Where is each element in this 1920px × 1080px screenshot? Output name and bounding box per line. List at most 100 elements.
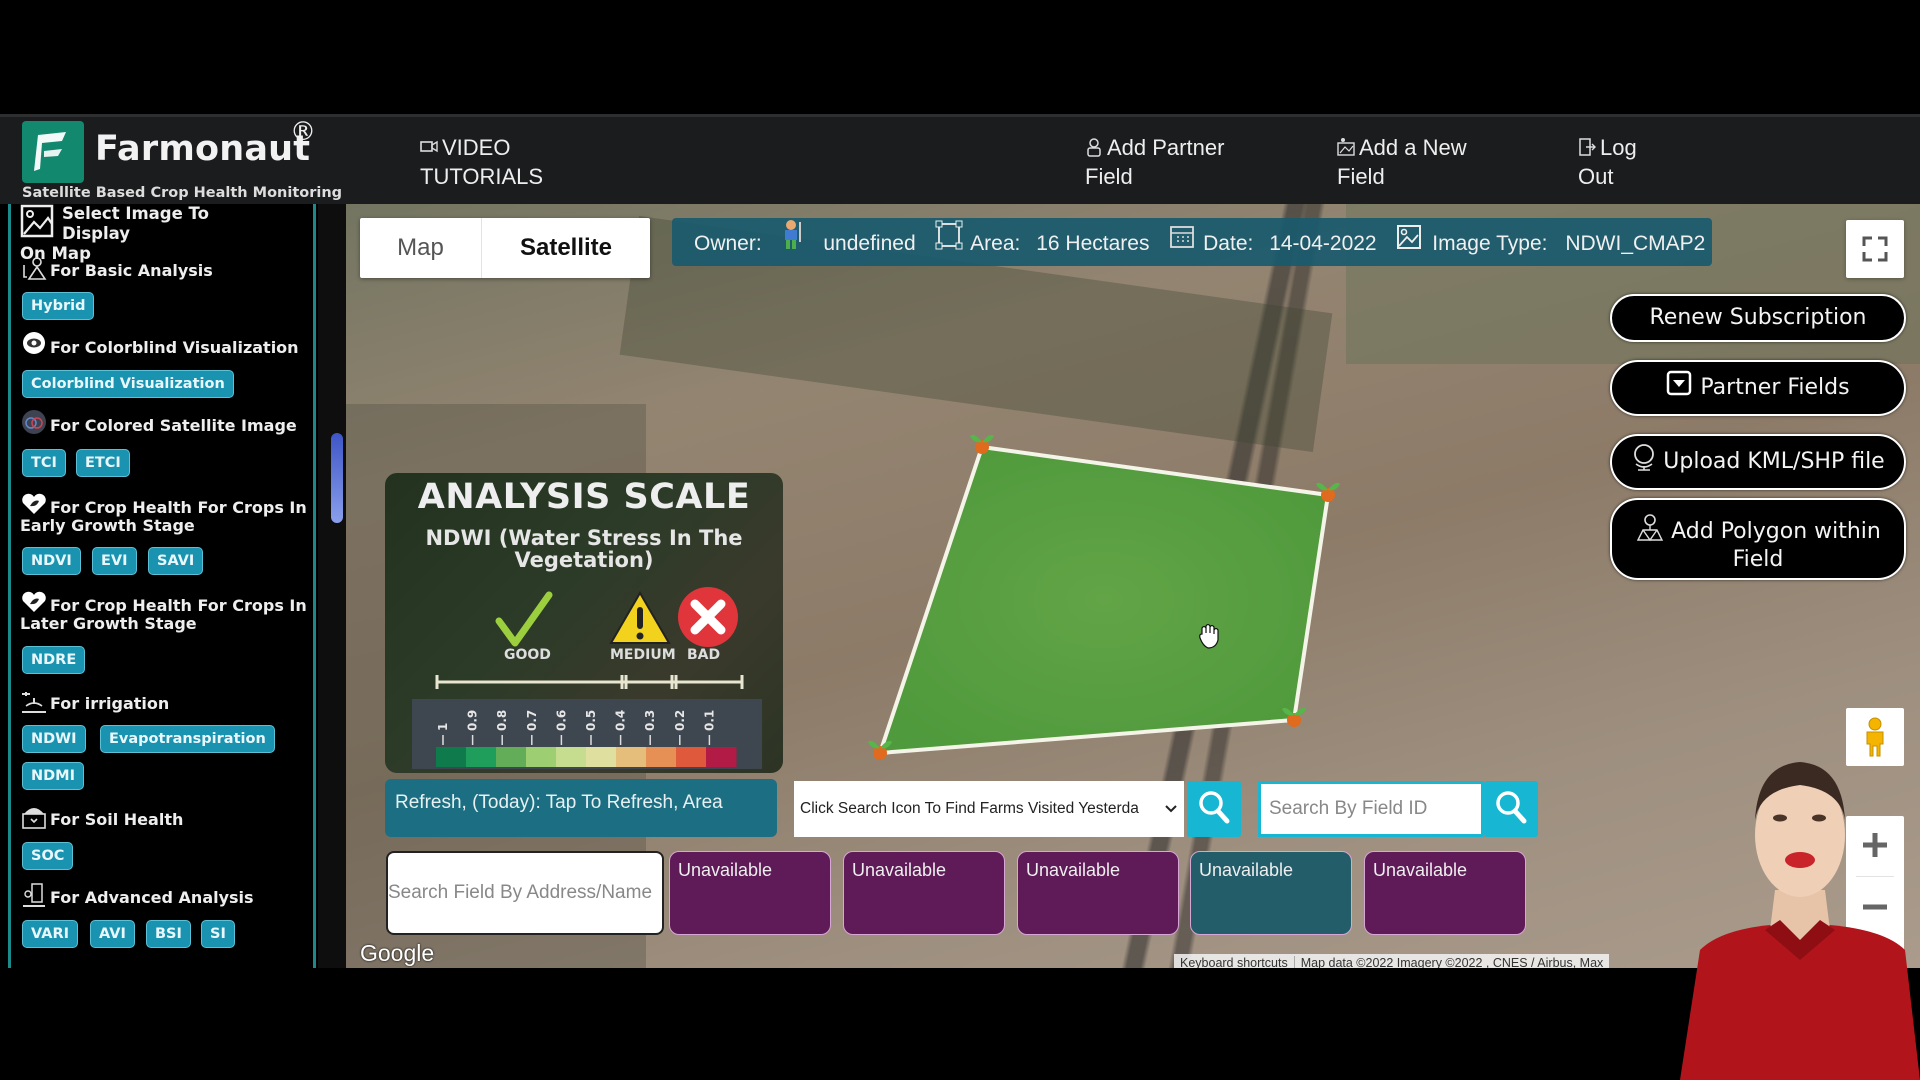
chip-hybrid[interactable]: Hybrid xyxy=(22,292,95,320)
brand-tagline: Satellite Based Crop Health Monitoring xyxy=(22,185,343,201)
section-label: For irrigation xyxy=(50,694,170,713)
chip-si[interactable]: SI xyxy=(201,920,235,948)
colorbar-tick-label: 0.5 xyxy=(584,710,598,731)
address-search-input[interactable]: Search Field By Address/Name xyxy=(386,851,664,935)
upload-kml-shp-button[interactable]: Upload KML/SHP file xyxy=(1610,434,1906,490)
field-card[interactable]: Unavailable xyxy=(1017,851,1179,935)
nav-label: Field xyxy=(1085,164,1133,189)
nav-label: Field xyxy=(1337,164,1385,189)
microscope-icon xyxy=(23,883,45,907)
nav-video-tutorials[interactable]: VIDEO TUTORIALS xyxy=(420,133,543,191)
area-label: Area: xyxy=(970,232,1021,255)
farms-visited-select[interactable]: Click Search Icon To Find Farms Visited … xyxy=(794,781,1184,837)
section-crop-health-later: For Crop Health For Crops In Later Growt… xyxy=(20,590,307,634)
soil-box-icon xyxy=(22,808,46,829)
section-advanced-analysis: For Advanced Analysis xyxy=(20,882,254,908)
colorbar-tick-label: 0.2 xyxy=(673,710,687,731)
chip-ndre[interactable]: NDRE xyxy=(22,646,86,674)
sidebar-scrollbar-track[interactable] xyxy=(318,204,346,968)
colorbar-segment xyxy=(496,747,527,767)
chip-ndvi[interactable]: NDVI xyxy=(22,547,81,575)
fullscreen-button[interactable] xyxy=(1846,220,1904,278)
field-icon xyxy=(1337,138,1355,156)
field-id-search-input[interactable]: Search By Field ID xyxy=(1258,781,1484,837)
button-label: Add Polygon within xyxy=(1671,519,1881,544)
scale-subtitle-line1: NDWI (Water Stress In The xyxy=(425,526,743,550)
refresh-button[interactable]: Refresh, (Today): Tap To Refresh, Area xyxy=(385,779,777,837)
field-card-status: Unavailable xyxy=(1373,860,1468,880)
nav-log-out[interactable]: Log Out xyxy=(1578,133,1637,191)
sidebar-scrollbar-thumb[interactable] xyxy=(331,433,343,523)
area-icon xyxy=(935,220,963,250)
field-card[interactable]: Unavailable xyxy=(1190,851,1352,935)
colorbar-tick-label: 0.4 xyxy=(614,710,628,731)
button-label: Partner Fields xyxy=(1700,375,1850,400)
colorbar-segment xyxy=(436,747,467,767)
area-value: 16 Hectares xyxy=(1036,232,1150,255)
chip-evapotranspiration[interactable]: Evapotranspiration xyxy=(100,725,275,753)
colorbar-tick-label: 0.6 xyxy=(554,710,568,731)
chip-bsi[interactable]: BSI xyxy=(146,920,191,948)
search-field-id-button[interactable] xyxy=(1484,781,1538,837)
chip-etci[interactable]: ETCI xyxy=(76,449,130,477)
nav-add-partner-field[interactable]: Add Partner Field xyxy=(1085,133,1224,191)
chip-colorblind-visualization[interactable]: Colorblind Visualization xyxy=(22,370,234,398)
farmonaut-logo[interactable] xyxy=(22,121,84,183)
section-colorblind: For Colorblind Visualization xyxy=(20,332,299,358)
chip-avi[interactable]: AVI xyxy=(90,920,135,948)
add-polygon-within-field-button[interactable]: Add Polygon within Field xyxy=(1610,498,1906,580)
leaf-heart-icon xyxy=(22,591,46,612)
registered-mark: ® xyxy=(290,117,316,147)
app-header: Farmonaut ® Satellite Based Crop Health … xyxy=(0,114,1920,204)
letterbox-top xyxy=(0,0,1920,114)
chip-savi[interactable]: SAVI xyxy=(148,547,204,575)
date-value: 14-04-2022 xyxy=(1269,232,1377,255)
scale-subtitle-line2: Vegetation) xyxy=(514,548,654,572)
search-farms-button[interactable] xyxy=(1187,781,1241,837)
chip-vari[interactable]: VARI xyxy=(22,920,79,948)
section-label: For Crop Health For Crops In xyxy=(50,596,307,615)
map-type-map-button[interactable]: Map xyxy=(360,218,482,278)
nav-add-new-field[interactable]: Add a New Field xyxy=(1337,133,1467,191)
search-icon xyxy=(1199,791,1230,824)
screen: Farmonaut ® Satellite Based Crop Health … xyxy=(0,0,1920,1080)
nav-label: Out xyxy=(1578,164,1614,189)
field-card-status: Unavailable xyxy=(678,860,773,880)
scale-colorbar-svg: 1 0.9 0.8 0.7 0.6 0.5 0.4 0.3 0.2 0.1 xyxy=(436,710,737,767)
chip-ndmi[interactable]: NDMI xyxy=(22,762,84,790)
fullscreen-icon xyxy=(1862,236,1888,262)
chip-evi[interactable]: EVI xyxy=(92,547,137,575)
field-card[interactable]: Unavailable xyxy=(843,851,1005,935)
partner-fields-button[interactable]: Partner Fields xyxy=(1610,360,1906,416)
scale-range-brackets xyxy=(435,675,744,689)
field-card-status: Unavailable xyxy=(1026,860,1121,880)
renew-subscription-button[interactable]: Renew Subscription xyxy=(1610,294,1906,342)
calendar-icon xyxy=(1170,226,1195,248)
scale-colorbar: 1 0.9 0.8 0.7 0.6 0.5 0.4 0.3 0.2 0.1 xyxy=(412,699,762,769)
section-basic-analysis: For Basic Analysis xyxy=(20,255,213,281)
chip-soc[interactable]: SOC xyxy=(22,842,74,870)
chip-ndwi[interactable]: NDWI xyxy=(22,725,86,753)
field-card-status: Unavailable xyxy=(852,860,947,880)
chevron-down-icon xyxy=(1165,805,1177,813)
analysis-scale-legend: ANALYSIS SCALE NDWI (Water Stress In The… xyxy=(385,473,783,773)
colorbar-segment xyxy=(526,747,557,767)
analysis-icon xyxy=(23,257,47,280)
colorbar-tick-label: 0.9 xyxy=(466,710,480,731)
scale-subtitle: NDWI (Water Stress In The Vegetation) xyxy=(385,527,783,571)
warning-icon xyxy=(609,591,671,644)
field-card[interactable]: Unavailable xyxy=(1364,851,1526,935)
map-type-satellite-button[interactable]: Satellite xyxy=(482,218,650,278)
colorbar-segment xyxy=(676,747,707,767)
scale-title: ANALYSIS SCALE xyxy=(417,477,751,517)
nav-label: TUTORIALS xyxy=(420,164,544,189)
field-card[interactable]: Unavailable xyxy=(669,851,831,935)
good-check-icon xyxy=(495,591,553,647)
colorbar-tick-label: 0.7 xyxy=(525,710,539,731)
owner-label: Owner: xyxy=(694,232,762,255)
colorbar-segment xyxy=(646,747,677,767)
chip-tci[interactable]: TCI xyxy=(22,449,66,477)
section-soil-health: For Soil Health xyxy=(20,804,183,830)
field-polygon[interactable] xyxy=(877,444,1331,756)
logout-icon xyxy=(1579,138,1596,156)
